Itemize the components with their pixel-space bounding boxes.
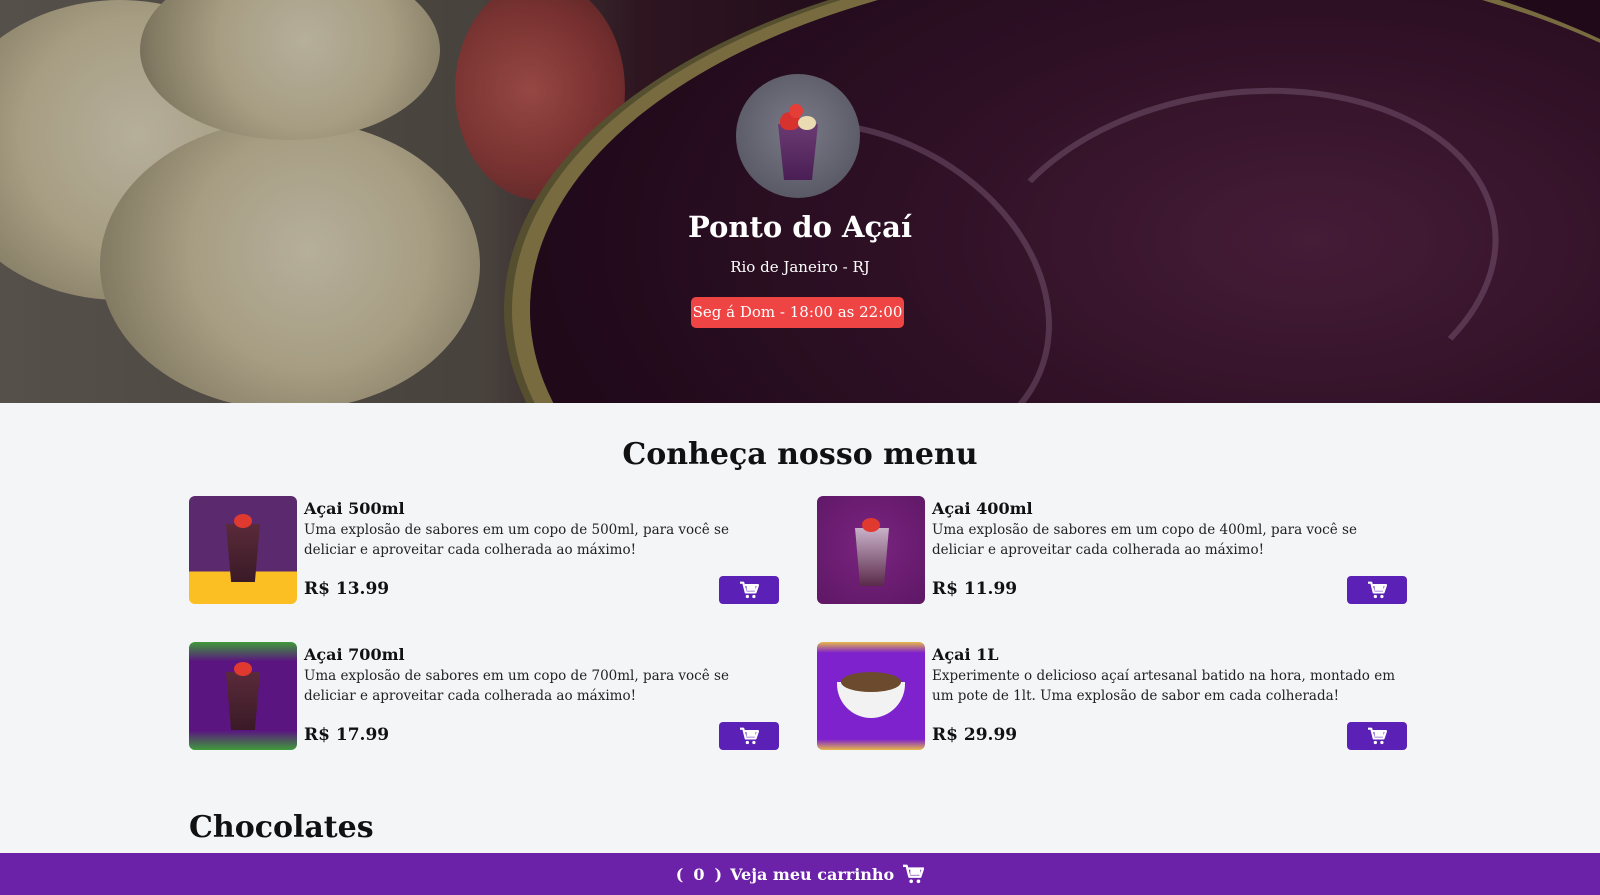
menu-item: Açai 400ml Uma explosão de sabores em um… xyxy=(817,496,1407,604)
product-price: R$ 13.99 xyxy=(304,579,390,599)
cart-count-close: ) xyxy=(714,864,723,884)
product-name: Açai 1L xyxy=(932,645,999,664)
product-image xyxy=(817,496,925,604)
opening-hours-badge: Seg á Dom - 18:00 as 22:00 xyxy=(691,297,904,328)
menu-item: Açai 700ml Uma explosão de sabores em um… xyxy=(189,642,779,750)
product-description: Uma explosão de sabores em um copo de 50… xyxy=(304,522,729,558)
cart-icon xyxy=(903,864,925,884)
product-price: R$ 17.99 xyxy=(304,725,390,745)
product-price: R$ 11.99 xyxy=(932,579,1018,599)
product-description: Experimente o delicioso açaí artesanal b… xyxy=(932,668,1395,704)
menu-item: Açai 500ml Uma explosão de sabores em um… xyxy=(189,496,779,604)
product-image xyxy=(189,642,297,750)
cart-count: 0 xyxy=(693,864,705,884)
add-to-cart-button[interactable] xyxy=(719,576,779,604)
store-logo xyxy=(736,74,860,198)
product-price: R$ 29.99 xyxy=(932,725,1018,745)
cart-icon xyxy=(740,727,759,745)
hero-banner: Ponto do Açaí Rio de Janeiro - RJ Seg á … xyxy=(0,0,1600,403)
menu-item: Açai 1L Experimente o delicioso açaí art… xyxy=(817,642,1407,750)
store-name: Ponto do Açaí xyxy=(688,210,912,244)
product-description: Uma explosão de sabores em um copo de 40… xyxy=(932,522,1357,558)
product-name: Açai 700ml xyxy=(304,645,405,664)
cart-icon xyxy=(740,581,759,599)
product-image xyxy=(817,642,925,750)
cart-count-open: ( xyxy=(675,864,684,884)
add-to-cart-button[interactable] xyxy=(719,722,779,750)
section-title-chocolates: Chocolates xyxy=(189,810,374,845)
add-to-cart-button[interactable] xyxy=(1347,576,1407,604)
view-cart-bar[interactable]: ( 0 ) Veja meu carrinho xyxy=(0,853,1600,895)
product-name: Açai 500ml xyxy=(304,499,405,518)
product-description: Uma explosão de sabores em um copo de 70… xyxy=(304,668,729,704)
view-cart-label: Veja meu carrinho xyxy=(730,864,895,884)
cart-icon xyxy=(1368,581,1387,599)
store-location: Rio de Janeiro - RJ xyxy=(730,258,870,276)
add-to-cart-button[interactable] xyxy=(1347,722,1407,750)
menu-title: Conheça nosso menu xyxy=(622,437,978,472)
cart-icon xyxy=(1368,727,1387,745)
product-name: Açai 400ml xyxy=(932,499,1033,518)
product-image xyxy=(189,496,297,604)
